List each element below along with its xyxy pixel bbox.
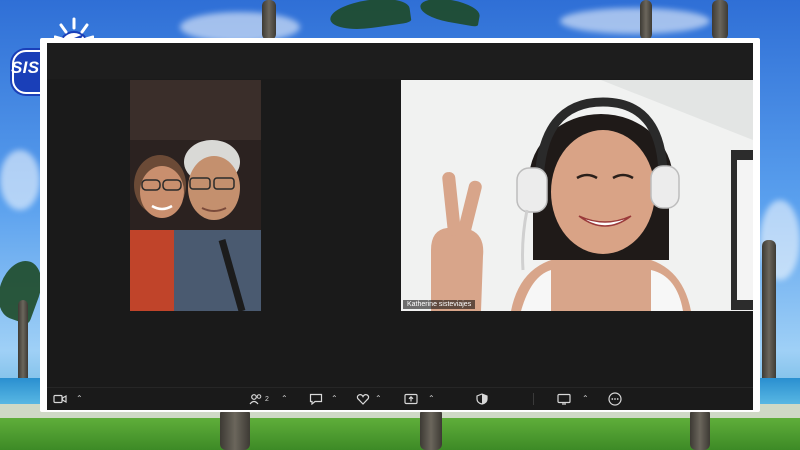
- palm-tree: [262, 0, 276, 40]
- security-button[interactable]: [476, 391, 488, 407]
- participants-options-caret[interactable]: ⌃: [281, 392, 288, 406]
- view-options-caret[interactable]: ⌃: [582, 392, 589, 406]
- toolbar-divider: [533, 393, 534, 405]
- participant-video-1-image: [130, 80, 261, 311]
- palm-tree: [220, 408, 250, 450]
- participant-count: 2: [265, 395, 269, 403]
- cloud: [0, 150, 40, 210]
- participant-name-tag: Katherine sisteviajes: [403, 300, 476, 309]
- palm-leaf: [328, 0, 412, 34]
- security-icon: [476, 393, 488, 405]
- chat-icon: [309, 393, 323, 405]
- reactions-options-caret[interactable]: ⌃: [375, 392, 382, 406]
- reactions-icon: [356, 394, 370, 405]
- palm-tree: [690, 408, 710, 450]
- cloud: [560, 8, 710, 34]
- meeting-toolbar: ⌃ 2 ⌃ ⌃ ⌃ ⌃ ⌃: [47, 387, 753, 410]
- chat-button[interactable]: [309, 391, 323, 407]
- more-icon: [608, 392, 622, 406]
- share-options-caret[interactable]: ⌃: [428, 392, 435, 406]
- view-button[interactable]: [557, 391, 571, 407]
- palm-tree: [420, 408, 442, 450]
- palm-tree: [640, 0, 652, 40]
- video-button[interactable]: [53, 391, 67, 407]
- video-camera-icon: [53, 394, 67, 404]
- palm-leaf: [418, 0, 482, 28]
- participants-icon: [249, 394, 262, 405]
- view-icon: [557, 393, 571, 405]
- meeting-top-strip: [47, 43, 753, 79]
- grass: [0, 418, 800, 450]
- more-button[interactable]: [608, 391, 622, 407]
- palm-tree: [712, 0, 728, 40]
- chat-options-caret[interactable]: ⌃: [331, 392, 338, 406]
- meeting-window: Katherine sisteviajes ⌃ 2 ⌃ ⌃ ⌃ ⌃ ⌃: [47, 43, 753, 410]
- participants-button[interactable]: 2: [249, 391, 269, 407]
- share-screen-icon: [404, 393, 418, 405]
- share-screen-button[interactable]: [404, 391, 418, 407]
- reactions-button[interactable]: [356, 391, 370, 407]
- video-options-caret[interactable]: ⌃: [76, 392, 83, 406]
- participant-video-2[interactable]: Katherine sisteviajes: [401, 80, 753, 311]
- participant-video-1[interactable]: [130, 80, 261, 311]
- participant-video-2-image: [401, 80, 753, 311]
